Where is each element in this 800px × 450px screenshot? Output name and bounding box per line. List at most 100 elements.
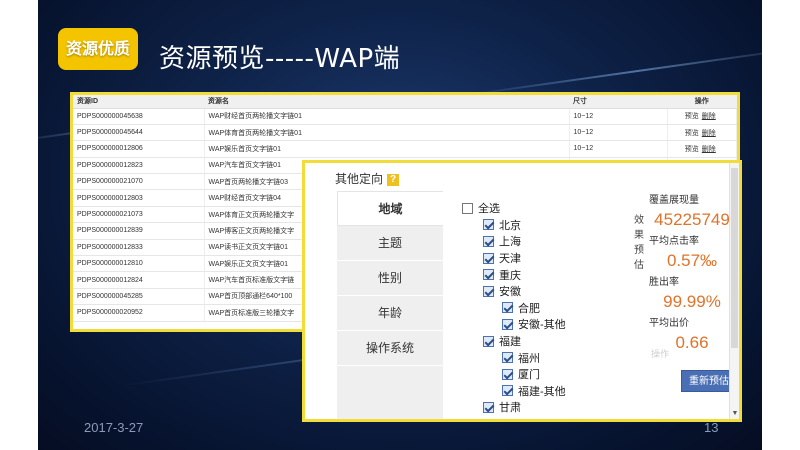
- slide-title: 资源预览-----WAP端: [159, 44, 401, 74]
- column-header-actions: 操作: [667, 95, 737, 109]
- strip-char: 效: [634, 215, 644, 226]
- cell-actions: 预览 删除: [667, 124, 737, 142]
- cell-resource-id: PDPS000000020952: [73, 304, 205, 322]
- coverage-label: 覆盖展现量: [649, 195, 699, 206]
- region-label: 上海: [499, 236, 521, 249]
- cell-resource-id: PDPS000000012823: [73, 157, 205, 175]
- region-option[interactable]: 全选: [462, 200, 632, 217]
- targeting-tabs: 地域 主题 性别 年龄 操作系统: [337, 191, 443, 419]
- region-option[interactable]: 福州: [462, 349, 632, 366]
- delete-link[interactable]: 删除: [702, 130, 716, 137]
- region-option[interactable]: 福建: [462, 333, 632, 350]
- region-label: 安徽-其他: [518, 319, 566, 332]
- region-label: 厦门: [518, 369, 540, 382]
- targeting-panel: 其他定向? 地域 主题 性别 年龄 操作系统 全选 北京上海天津重庆安徽合肥安徽-…: [302, 160, 742, 422]
- cell-size: 10~12: [569, 140, 668, 158]
- ctr-label: 平均点击率: [649, 236, 699, 247]
- checkbox-icon[interactable]: [502, 385, 513, 397]
- cell-resource-id: PDPS000000012824: [73, 271, 205, 289]
- delete-link[interactable]: 删除: [702, 146, 716, 153]
- cell-resource-id: PDPS000000012833: [73, 239, 205, 257]
- checkbox-icon[interactable]: [483, 401, 494, 413]
- cell-actions: 预览 删除: [667, 140, 737, 158]
- strip-char: 预: [634, 245, 644, 256]
- targeting-title: 其他定向: [335, 172, 384, 186]
- table-row: PDPS000000045638 WAP财经首页两轮播文字链01 10~12 预览 删除: [73, 108, 737, 125]
- region-option[interactable]: 合肥: [462, 300, 632, 317]
- slide-background: 资源优质 资源预览-----WAP端 资源ID 资源名 尺寸 操作 PDPS00…: [38, 0, 762, 450]
- win-rate-label: 胜出率: [649, 277, 679, 288]
- checkbox-icon[interactable]: [462, 202, 473, 214]
- tab-region[interactable]: 地域: [337, 191, 443, 226]
- cell-size: 10~12: [569, 108, 668, 125]
- region-option[interactable]: 安徽-其他: [462, 316, 632, 333]
- cell-resource-id: PDPS000000045285: [73, 288, 205, 306]
- region-checklist: 全选 北京上海天津重庆安徽合肥安徽-其他福建福州厦门 福建-其他 甘肃: [462, 200, 632, 416]
- tab-gender[interactable]: 性别: [337, 261, 443, 296]
- preview-link[interactable]: 预览: [685, 113, 699, 120]
- cell-actions: 预览 删除: [667, 108, 737, 125]
- table-row: PDPS000000012806 WAP娱乐首页文字链01 10~12 预览 删除: [73, 140, 737, 158]
- strip-char: 估: [634, 260, 644, 271]
- ctr-value: 0.57‰: [666, 251, 718, 270]
- section-badge: 资源优质: [58, 28, 138, 70]
- region-option[interactable]: 上海: [462, 233, 632, 250]
- strip-char: 果: [634, 230, 644, 241]
- region-option[interactable]: 厦门: [462, 366, 632, 383]
- tab-age[interactable]: 年龄: [337, 296, 443, 331]
- checkbox-icon[interactable]: [483, 269, 494, 281]
- region-label: 全选: [478, 203, 500, 216]
- region-label: 福建: [499, 336, 521, 349]
- preview-link[interactable]: 预览: [685, 146, 699, 153]
- cell-resource-id: PDPS000000012803: [73, 189, 205, 207]
- checkbox-icon[interactable]: [502, 352, 513, 364]
- checkbox-icon[interactable]: [483, 285, 494, 297]
- region-label: 天津: [499, 253, 521, 266]
- cell-resource-id: PDPS000000045644: [73, 124, 205, 142]
- checkbox-icon[interactable]: [483, 335, 494, 347]
- checkbox-icon[interactable]: [502, 302, 513, 314]
- cell-size: 10~12: [569, 124, 668, 142]
- tab-column-filler: [337, 366, 443, 419]
- region-label: 福州: [518, 352, 540, 365]
- region-option[interactable]: 天津: [462, 250, 632, 267]
- scrollbar[interactable]: ▼: [729, 163, 739, 419]
- region-option[interactable]: 安徽: [462, 283, 632, 300]
- checkbox-icon[interactable]: [483, 235, 494, 247]
- tab-os[interactable]: 操作系统: [337, 331, 443, 366]
- table-row: PDPS000000045644 WAP体育首页两轮播文字链01 10~12 预览 删除: [73, 124, 737, 142]
- cell-resource-name: WAP财经首页两轮播文字链01: [204, 108, 570, 125]
- cell-resource-id: PDPS000000021073: [73, 206, 205, 224]
- estimate-stats: 覆盖展现量 45225749 平均点击率 0.57‰ 胜出率 99.99% 平均…: [645, 194, 739, 400]
- scroll-down-arrow-icon[interactable]: ▼: [730, 410, 739, 417]
- cell-resource-id: PDPS000000012810: [73, 255, 205, 273]
- cell-resource-id: PDPS000000012839: [73, 222, 205, 240]
- avg-bid-label: 平均出价: [649, 318, 689, 329]
- region-option[interactable]: 甘肃: [462, 399, 632, 416]
- scroll-thumb[interactable]: [731, 168, 738, 348]
- help-icon[interactable]: ?: [387, 174, 400, 186]
- light-streak: [459, 44, 762, 98]
- tab-topic[interactable]: 主题: [337, 226, 443, 261]
- region-option[interactable]: 福建-其他: [462, 383, 632, 400]
- slide-date: 2017-3-27: [84, 420, 144, 435]
- checkbox-icon[interactable]: [483, 219, 494, 231]
- cell-resource-name: WAP娱乐首页文字链01: [204, 140, 570, 158]
- checkbox-icon[interactable]: [502, 368, 513, 380]
- cell-resource-id: PDPS000000012806: [73, 140, 205, 158]
- checkbox-icon[interactable]: [483, 252, 494, 264]
- ghost-operation-text: 操作: [651, 349, 670, 359]
- checkbox-icon[interactable]: [502, 318, 513, 330]
- region-label: 重庆: [499, 269, 521, 282]
- region-label: 安徽: [499, 286, 521, 299]
- delete-link[interactable]: 删除: [702, 113, 716, 120]
- targeting-header: 其他定向?: [335, 170, 400, 187]
- preview-link[interactable]: 预览: [685, 130, 699, 137]
- column-header-name: 资源名: [204, 95, 569, 109]
- estimate-strip: 效 果 预 估: [634, 213, 644, 273]
- column-header-id: 资源ID: [73, 95, 204, 109]
- column-header-size: 尺寸: [569, 95, 667, 109]
- region-option[interactable]: 北京: [462, 217, 632, 234]
- region-option[interactable]: 重庆: [462, 266, 632, 283]
- region-label: 合肥: [518, 302, 540, 315]
